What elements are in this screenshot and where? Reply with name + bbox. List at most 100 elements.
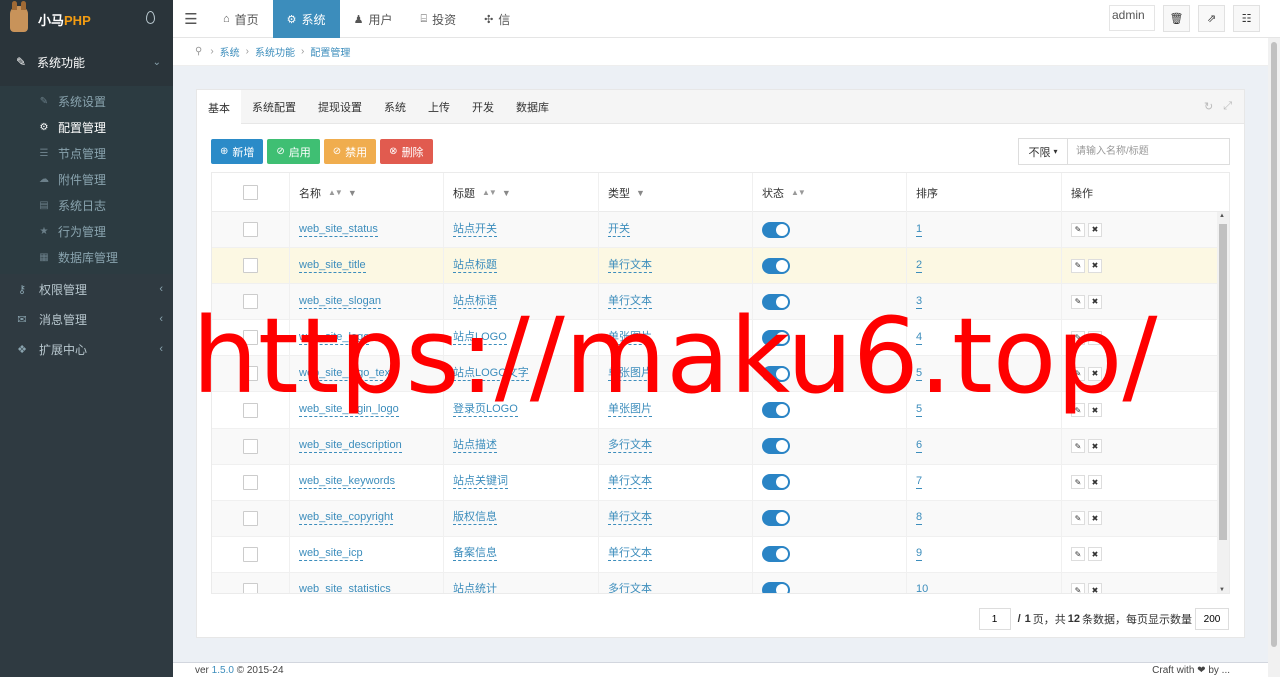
cell-type-link[interactable]: 单行文本 — [608, 259, 652, 273]
select-all-checkbox[interactable] — [243, 185, 258, 200]
cell-name-link[interactable]: web_site_status — [299, 223, 378, 237]
status-toggle[interactable] — [762, 510, 790, 527]
page-size-input[interactable] — [1195, 608, 1229, 630]
cell-name-link[interactable]: web_site_icp — [299, 547, 363, 562]
delete-icon[interactable]: ✖ — [1088, 258, 1102, 273]
sidebar-item[interactable]: ★ 行为管理 — [0, 218, 173, 244]
edit-icon[interactable]: ✎ — [1071, 258, 1085, 273]
status-toggle[interactable] — [762, 221, 790, 238]
sidebar-menu[interactable]: ❖ 扩展中心 ‹ — [0, 334, 173, 364]
sidebar-item[interactable]: ☁ 附件管理 — [0, 166, 173, 192]
status-toggle[interactable] — [762, 582, 790, 593]
sort-icon[interactable]: ▲▼ — [791, 188, 806, 197]
add-button[interactable]: ⊕ 新增 — [211, 139, 264, 164]
sidebar-item[interactable]: ▦ 数据库管理 — [0, 244, 173, 270]
cell-type-link[interactable]: 开关 — [608, 223, 630, 237]
settings-list-icon[interactable]: ☷ — [1233, 5, 1260, 32]
breadcrumb-item[interactable]: 系统功能 — [255, 44, 295, 59]
row-checkbox[interactable] — [243, 510, 258, 526]
cell-type-link[interactable]: 单行文本 — [608, 511, 652, 526]
sidebar-item[interactable]: ⚙ 配置管理 — [0, 114, 173, 140]
top-nav-tab[interactable]: ⚙ 系统 — [272, 0, 340, 38]
sidebar-item[interactable]: ▤ 系统日志 — [0, 192, 173, 218]
sidebar-menu[interactable]: ✉ 消息管理 ‹ — [0, 304, 173, 334]
cell-type-link[interactable]: 单行文本 — [608, 475, 652, 490]
cell-title-link[interactable]: 站点统计 — [453, 583, 497, 593]
delete-icon[interactable]: ✖ — [1088, 439, 1102, 454]
cell-name-link[interactable]: web_site_statistics — [299, 583, 391, 593]
cell-sort-link[interactable]: 1 — [916, 223, 923, 237]
external-link-icon[interactable]: ⇗ — [1198, 5, 1225, 32]
row-checkbox[interactable] — [243, 582, 258, 593]
delete-button[interactable]: ⊗ 删除 — [380, 139, 433, 164]
filter-icon[interactable]: ▼ — [348, 188, 357, 198]
sort-icon[interactable]: ▲▼ — [328, 188, 343, 197]
page-scrollbar-thumb[interactable] — [1271, 42, 1277, 647]
delete-icon[interactable]: ✖ — [1088, 511, 1102, 526]
fullscreen-icon[interactable]: ⤢ — [1223, 100, 1232, 113]
scroll-up-icon[interactable]: ▲ — [1219, 213, 1225, 219]
cell-title-link[interactable]: 站点标题 — [453, 259, 497, 273]
table-scrollbar[interactable]: ▲ ▼ — [1217, 212, 1229, 593]
cell-name-link[interactable]: web_site_title — [299, 259, 366, 273]
top-nav-tab[interactable]: ✣ 信 — [470, 0, 524, 38]
cell-name-link[interactable]: web_site_keywords — [299, 475, 395, 490]
table-scrollbar-thumb[interactable] — [1219, 224, 1227, 540]
delete-icon[interactable]: ✖ — [1088, 222, 1102, 237]
avatar[interactable]: admin — [1109, 5, 1155, 31]
top-nav-tab[interactable]: ⌂ 首页 — [209, 0, 273, 38]
edit-icon[interactable]: ✎ — [1071, 439, 1085, 454]
cell-title-link[interactable]: 版权信息 — [453, 511, 497, 526]
status-toggle[interactable] — [762, 438, 790, 455]
edit-icon[interactable]: ✎ — [1071, 511, 1085, 526]
header-status[interactable]: 状态 ▲▼ — [753, 173, 907, 212]
panel-tab[interactable]: 数据库 — [505, 90, 560, 124]
sidebar-item[interactable]: ☰ 节点管理 — [0, 140, 173, 166]
cell-sort-link[interactable]: 7 — [916, 475, 923, 490]
panel-tab[interactable]: 系统配置 — [241, 90, 307, 124]
cell-sort-link[interactable]: 9 — [916, 547, 923, 562]
header-title[interactable]: 标题 ▲▼ ▼ — [444, 173, 599, 212]
edit-icon[interactable]: ✎ — [1071, 547, 1085, 562]
panel-tab[interactable]: 基本 — [197, 90, 241, 125]
panel-tab[interactable]: 开发 — [461, 90, 505, 124]
theme-drop-icon[interactable] — [146, 11, 155, 24]
cell-name-link[interactable]: web_site_copyright — [299, 511, 394, 526]
sidebar-menu[interactable]: ⚷ 权限管理 ‹ — [0, 274, 173, 304]
top-nav-tab[interactable]: ♟ 用户 — [340, 0, 407, 38]
header-type[interactable]: 类型 ▼ — [599, 173, 753, 212]
cell-title-link[interactable]: 站点开关 — [453, 223, 497, 237]
sidebar-item[interactable]: ✎ 系统设置 — [0, 88, 173, 114]
status-toggle[interactable] — [762, 474, 790, 491]
cell-sort-link[interactable]: 6 — [916, 439, 923, 454]
sort-icon[interactable]: ▲▼ — [482, 188, 497, 197]
filter-icon[interactable]: ▼ — [636, 188, 645, 198]
footer-version[interactable]: 1.5.0 — [212, 665, 234, 676]
page-scrollbar[interactable] — [1268, 38, 1280, 677]
panel-tab[interactable]: 上传 — [417, 90, 461, 124]
breadcrumb-item[interactable]: 配置管理 — [310, 44, 350, 59]
delete-icon[interactable]: ✖ — [1088, 475, 1102, 490]
row-checkbox[interactable] — [243, 474, 258, 490]
cell-type-link[interactable]: 多行文本 — [608, 583, 652, 593]
refresh-icon[interactable]: ↻ — [1204, 100, 1213, 113]
filter-icon[interactable]: ▼ — [502, 188, 511, 198]
cell-name-link[interactable]: web_site_description — [299, 439, 402, 454]
edit-icon[interactable]: ✎ — [1071, 583, 1085, 593]
row-checkbox[interactable] — [243, 438, 258, 454]
hamburger-icon[interactable]: ☰ — [173, 0, 209, 38]
cell-sort-link[interactable]: 8 — [916, 511, 923, 526]
status-toggle[interactable] — [762, 257, 790, 274]
delete-icon[interactable]: ✖ — [1088, 583, 1102, 593]
cell-type-link[interactable]: 单行文本 — [608, 547, 652, 562]
trash-icon[interactable]: 🗑 — [1163, 5, 1190, 32]
delete-icon[interactable]: ✖ — [1088, 547, 1102, 562]
row-checkbox[interactable] — [243, 222, 258, 238]
enable-button[interactable]: ⊘ 启用 — [267, 139, 320, 164]
menu-group-system[interactable]: ✎ 系统功能 ⌄ — [0, 38, 173, 86]
row-checkbox[interactable] — [243, 546, 258, 562]
status-toggle[interactable] — [762, 546, 790, 563]
cell-title-link[interactable]: 站点描述 — [453, 439, 497, 454]
cell-type-link[interactable]: 多行文本 — [608, 439, 652, 454]
scroll-down-icon[interactable]: ▼ — [1219, 587, 1225, 593]
